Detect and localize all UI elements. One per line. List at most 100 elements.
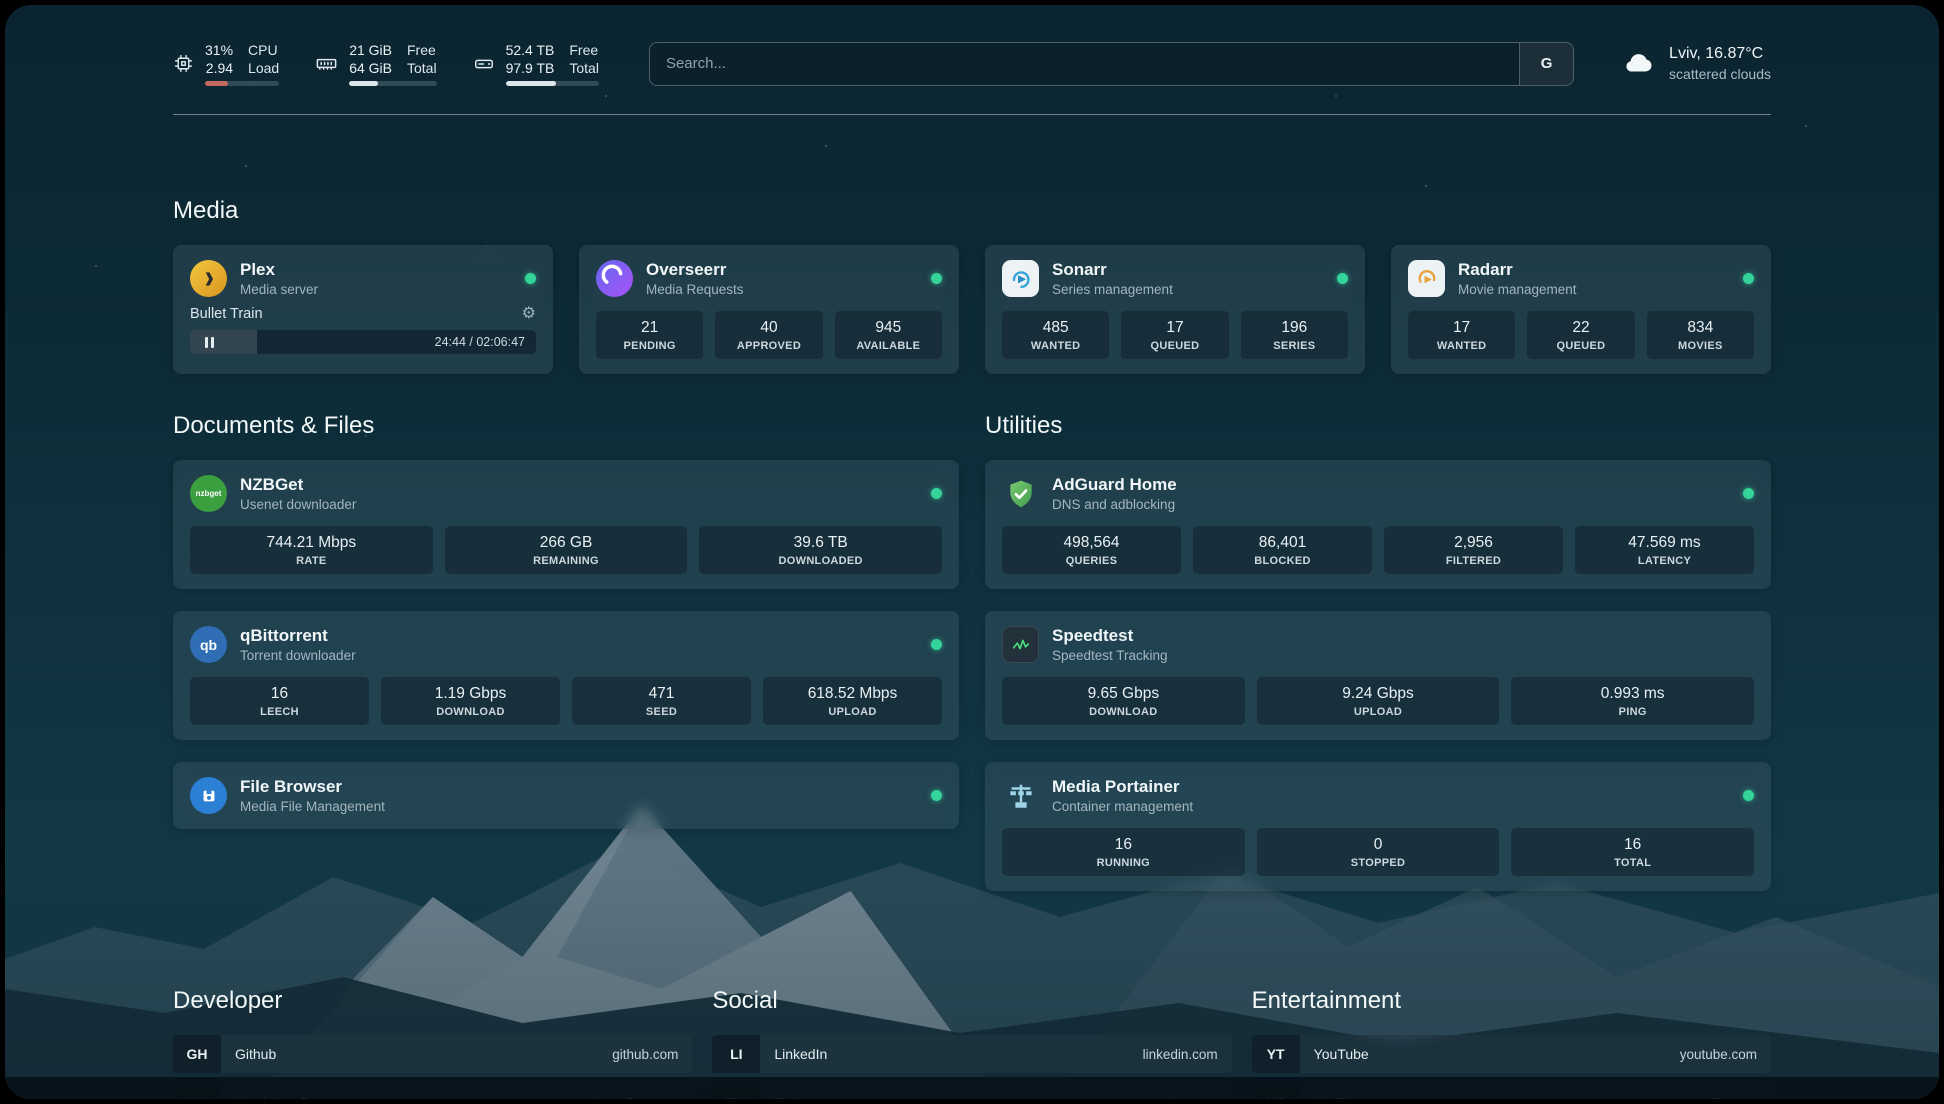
search-bar: G — [649, 42, 1574, 86]
service-card-plex[interactable]: Plex Media server Bullet Train ⚙ 24:44 /… — [173, 245, 553, 374]
speedtest-icon — [1002, 626, 1039, 663]
stat-value: 17 — [1125, 319, 1224, 337]
status-dot — [931, 639, 942, 650]
section-heading-documents: Documents & Files — [173, 412, 959, 440]
disk-total-label: Total — [569, 59, 599, 77]
disk-total-value: 97.9 TB — [506, 59, 555, 77]
stat-value: 1.19 Gbps — [385, 685, 556, 703]
stat-queries: 498,564 QUERIES — [1002, 526, 1181, 574]
section-media: Media Plex Media server — [173, 197, 1771, 374]
memory-total-label: Total — [407, 59, 437, 77]
search-input[interactable] — [650, 43, 1519, 85]
service-card-nzbget[interactable]: nzbget NZBGet Usenet downloader 744.21 M… — [173, 460, 959, 589]
bottom-edge-strip — [5, 1077, 1939, 1099]
link-youtube[interactable]: YT YouTube youtube.com — [1252, 1035, 1771, 1073]
weather-location: Lviv, 16.87°C — [1669, 44, 1771, 64]
card-subtitle: Media Requests — [646, 282, 918, 297]
stat-value: 40 — [719, 319, 818, 337]
stat-label: WANTED — [1006, 340, 1105, 352]
settings-gear-icon[interactable]: ⚙ — [522, 306, 536, 322]
card-title: AdGuard Home — [1052, 475, 1730, 495]
card-title: Radarr — [1458, 260, 1730, 280]
service-card-filebrowser[interactable]: File Browser Media File Management — [173, 762, 959, 829]
status-dot — [525, 273, 536, 284]
stat-value: 17 — [1412, 319, 1511, 337]
status-dot — [1743, 488, 1754, 499]
stat-value: 22 — [1531, 319, 1630, 337]
section-heading-developer: Developer — [173, 987, 692, 1015]
stat-total: 16 TOTAL — [1511, 828, 1754, 876]
stat-label: LEECH — [194, 706, 365, 718]
pause-icon[interactable] — [190, 337, 228, 348]
link-url: linkedin.com — [1143, 1047, 1232, 1062]
stat-value: 471 — [576, 685, 747, 703]
cpu-load-value: 2.94 — [205, 59, 233, 77]
stat-label: PENDING — [600, 340, 699, 352]
stat-label: WANTED — [1412, 340, 1511, 352]
plex-icon — [190, 260, 227, 297]
link-github[interactable]: GH Github github.com — [173, 1035, 692, 1073]
card-subtitle: Usenet downloader — [240, 497, 918, 512]
link-name: LinkedIn — [760, 1046, 1142, 1062]
service-card-radarr[interactable]: Radarr Movie management 17 WANTED 22 QUE… — [1391, 245, 1771, 374]
service-card-overseerr[interactable]: Overseerr Media Requests 21 PENDING 40 A… — [579, 245, 959, 374]
section-utilities: Utilities AdGuard — [985, 412, 1771, 913]
link-name: Github — [221, 1046, 612, 1062]
card-subtitle: Torrent downloader — [240, 648, 918, 663]
card-title: Media Portainer — [1052, 777, 1730, 797]
service-card-speedtest[interactable]: Speedtest Speedtest Tracking 9.65 Gbps D… — [985, 611, 1771, 740]
section-documents: Documents & Files nzbget NZBGet Usenet d… — [173, 412, 959, 913]
card-title: Speedtest — [1052, 626, 1754, 646]
memory-widget: 21 GiB Free 64 GiB Total — [315, 41, 436, 86]
disk-widget: 52.4 TB Free 97.9 TB Total — [473, 41, 599, 86]
portainer-icon — [1002, 777, 1039, 814]
stat-value: 834 — [1651, 319, 1750, 337]
stat-rate: 744.21 Mbps RATE — [190, 526, 433, 574]
status-dot — [1337, 273, 1348, 284]
link-linkedin[interactable]: LI LinkedIn linkedin.com — [712, 1035, 1231, 1073]
stat-filtered: 2,956 FILTERED — [1384, 526, 1563, 574]
link-abbr: GH — [173, 1035, 221, 1073]
stat-value: 86,401 — [1197, 534, 1368, 552]
memory-free-value: 21 GiB — [349, 41, 392, 59]
cloud-icon — [1620, 46, 1656, 81]
stat-label: UPLOAD — [767, 706, 938, 718]
stat-label: UPLOAD — [1261, 706, 1496, 718]
stat-available: 945 AVAILABLE — [835, 311, 942, 359]
filebrowser-icon — [190, 777, 227, 814]
section-heading-media: Media — [173, 197, 1771, 225]
disk-progress-fill — [506, 81, 556, 86]
card-subtitle: Container management — [1052, 799, 1730, 814]
card-subtitle: Speedtest Tracking — [1052, 648, 1754, 663]
nzbget-icon: nzbget — [190, 475, 227, 512]
stat-label: APPROVED — [719, 340, 818, 352]
playback-time: 24:44 / 02:06:47 — [435, 335, 536, 349]
stat-value: 21 — [600, 319, 699, 337]
stat-blocked: 86,401 BLOCKED — [1193, 526, 1372, 574]
disk-progress-track — [506, 81, 599, 86]
stat-label: TOTAL — [1515, 857, 1750, 869]
service-card-adguard[interactable]: AdGuard Home DNS and adblocking 498,564 … — [985, 460, 1771, 589]
service-card-portainer[interactable]: Media Portainer Container management 16 … — [985, 762, 1771, 891]
stat-downloaded: 39.6 TB DOWNLOADED — [699, 526, 942, 574]
stat-label: LATENCY — [1579, 555, 1750, 567]
service-card-sonarr[interactable]: Sonarr Series management 485 WANTED 17 Q… — [985, 245, 1365, 374]
stat-value: 16 — [1006, 836, 1241, 854]
cpu-usage-value: 31% — [205, 41, 233, 59]
stat-value: 9.24 Gbps — [1261, 685, 1496, 703]
dashboard-window: 31% CPU 2.94 Load — [5, 5, 1939, 1099]
card-subtitle: Movie management — [1458, 282, 1730, 297]
stat-pending: 21 PENDING — [596, 311, 703, 359]
stat-value: 0.993 ms — [1515, 685, 1750, 703]
disk-icon — [473, 53, 495, 75]
cpu-icon — [173, 53, 194, 74]
cpu-usage-label: CPU — [248, 41, 279, 59]
stat-seed: 471 SEED — [572, 677, 751, 725]
stat-value: 618.52 Mbps — [767, 685, 938, 703]
stat-wanted: 485 WANTED — [1002, 311, 1109, 359]
playback-progress-bar[interactable]: 24:44 / 02:06:47 — [190, 330, 536, 354]
service-card-qbittorrent[interactable]: qb qBittorrent Torrent downloader 16 LEE… — [173, 611, 959, 740]
stat-value: 0 — [1261, 836, 1496, 854]
disk-free-label: Free — [569, 41, 599, 59]
search-provider-button[interactable]: G — [1519, 43, 1573, 85]
